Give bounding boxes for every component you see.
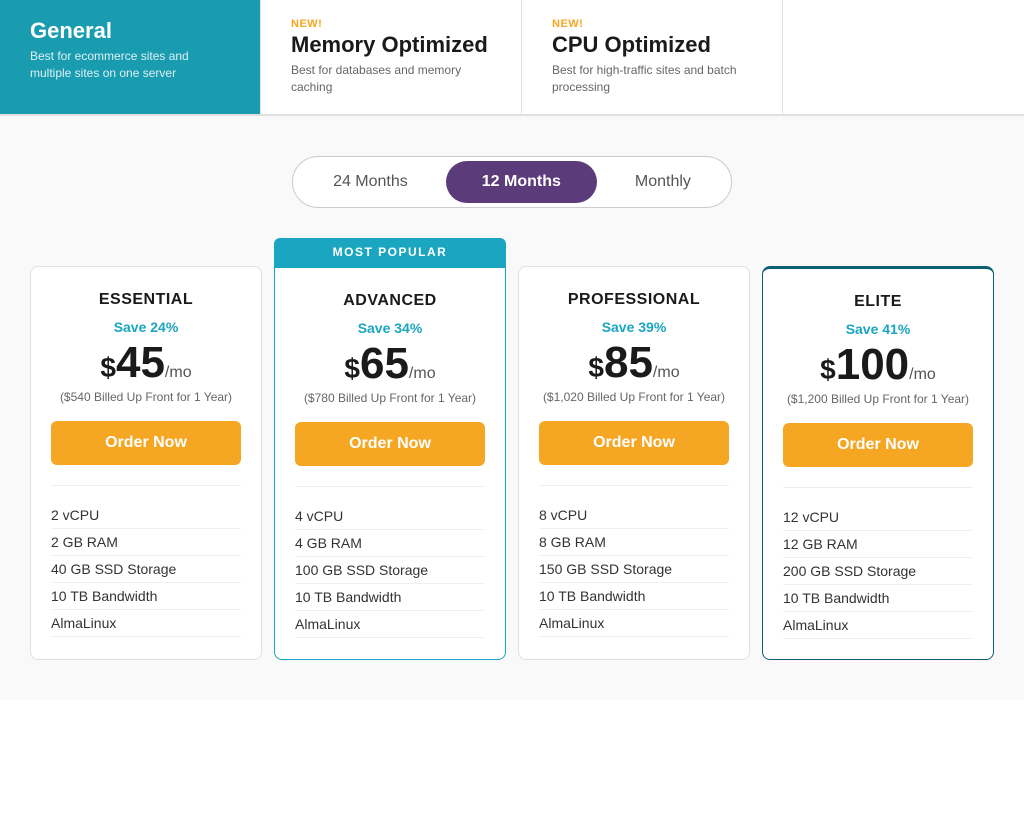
- tab-memory-desc: Best for databases and memory caching: [291, 62, 491, 96]
- plan-professional-features: 8 vCPU 8 GB RAM 150 GB SSD Storage 10 TB…: [539, 485, 729, 637]
- plan-elite-save: Save 41%: [846, 321, 911, 337]
- popular-badge-wrapper: MOST POPULAR: [274, 238, 506, 266]
- list-item: 150 GB SSD Storage: [539, 556, 729, 583]
- tab-cpu-desc: Best for high-traffic sites and batch pr…: [552, 62, 752, 96]
- tab-memory-new: NEW!: [291, 18, 491, 30]
- plan-professional-name: PROFESSIONAL: [568, 291, 700, 309]
- billing-12months[interactable]: 12 Months: [446, 161, 597, 203]
- plan-essential-name: ESSENTIAL: [99, 291, 193, 309]
- top-tabs: General Best for ecommerce sites and mul…: [0, 0, 1024, 116]
- plan-elite-price: $ 100 /mo: [820, 343, 936, 387]
- plan-essential-order[interactable]: Order Now: [51, 421, 241, 465]
- list-item: 10 TB Bandwidth: [539, 583, 729, 610]
- plan-essential-amount: 45: [116, 341, 165, 385]
- plan-professional-order[interactable]: Order Now: [539, 421, 729, 465]
- plan-advanced-price: $ 65 /mo: [344, 342, 435, 386]
- list-item: 12 GB RAM: [783, 531, 973, 558]
- list-item: 4 GB RAM: [295, 530, 485, 557]
- plan-essential-features: 2 vCPU 2 GB RAM 40 GB SSD Storage 10 TB …: [51, 485, 241, 637]
- list-item: 2 GB RAM: [51, 529, 241, 556]
- list-item: 4 vCPU: [295, 503, 485, 530]
- list-item: AlmaLinux: [51, 610, 241, 637]
- plan-advanced: ADVANCED Save 34% $ 65 /mo ($780 Billed …: [274, 266, 506, 661]
- plan-essential-price: $ 45 /mo: [100, 341, 191, 385]
- billing-monthly[interactable]: Monthly: [599, 161, 727, 203]
- list-item: AlmaLinux: [295, 611, 485, 638]
- plans-section: MOST POPULAR ESSENTIAL Save 24% $ 45 /mo…: [0, 238, 1024, 701]
- plan-professional-dollar: $: [588, 352, 604, 384]
- billing-toggle: 24 Months 12 Months Monthly: [292, 156, 732, 208]
- list-item: 10 TB Bandwidth: [51, 583, 241, 610]
- tab-memory-title: Memory Optimized: [291, 32, 491, 58]
- plan-professional-price: $ 85 /mo: [588, 341, 679, 385]
- plan-elite-order[interactable]: Order Now: [783, 423, 973, 467]
- plan-essential-billed: ($540 Billed Up Front for 1 Year): [60, 389, 232, 406]
- tab-cpu-new: NEW!: [552, 18, 752, 30]
- tab-general-desc: Best for ecommerce sites and multiple si…: [30, 48, 230, 82]
- plan-advanced-billed: ($780 Billed Up Front for 1 Year): [304, 390, 476, 407]
- plan-advanced-save: Save 34%: [358, 320, 423, 336]
- list-item: 40 GB SSD Storage: [51, 556, 241, 583]
- plan-advanced-name: ADVANCED: [343, 292, 436, 310]
- tab-cpu-title: CPU Optimized: [552, 32, 752, 58]
- plan-advanced-features: 4 vCPU 4 GB RAM 100 GB SSD Storage 10 TB…: [295, 486, 485, 638]
- billing-section: 24 Months 12 Months Monthly: [0, 116, 1024, 238]
- list-item: 100 GB SSD Storage: [295, 557, 485, 584]
- list-item: 8 GB RAM: [539, 529, 729, 556]
- plan-elite: ELITE Save 41% $ 100 /mo ($1,200 Billed …: [762, 266, 994, 661]
- plan-essential-dollar: $: [100, 352, 116, 384]
- list-item: 12 vCPU: [783, 504, 973, 531]
- plan-elite-mo: /mo: [909, 366, 936, 384]
- list-item: 10 TB Bandwidth: [295, 584, 485, 611]
- plan-professional-billed: ($1,020 Billed Up Front for 1 Year): [543, 389, 725, 406]
- plan-elite-features: 12 vCPU 12 GB RAM 200 GB SSD Storage 10 …: [783, 487, 973, 639]
- plan-advanced-dollar: $: [344, 353, 360, 385]
- list-item: 2 vCPU: [51, 502, 241, 529]
- plan-advanced-amount: 65: [360, 342, 409, 386]
- list-item: 10 TB Bandwidth: [783, 585, 973, 612]
- tab-general-title: General: [30, 18, 230, 44]
- plan-elite-billed: ($1,200 Billed Up Front for 1 Year): [787, 391, 969, 408]
- plan-advanced-order[interactable]: Order Now: [295, 422, 485, 466]
- list-item: AlmaLinux: [539, 610, 729, 637]
- plan-professional-save: Save 39%: [602, 319, 667, 335]
- plan-elite-amount: 100: [836, 343, 909, 387]
- list-item: AlmaLinux: [783, 612, 973, 639]
- plan-elite-dollar: $: [820, 354, 836, 386]
- plan-elite-name: ELITE: [854, 293, 902, 311]
- plan-essential-save: Save 24%: [114, 319, 179, 335]
- tab-cpu[interactable]: NEW! CPU Optimized Best for high-traffic…: [522, 0, 783, 114]
- plan-professional-mo: /mo: [653, 364, 680, 382]
- plan-professional: PROFESSIONAL Save 39% $ 85 /mo ($1,020 B…: [518, 266, 750, 661]
- list-item: 8 vCPU: [539, 502, 729, 529]
- billing-24months[interactable]: 24 Months: [297, 161, 444, 203]
- tab-general[interactable]: General Best for ecommerce sites and mul…: [0, 0, 261, 114]
- popular-badge: MOST POPULAR: [274, 238, 506, 266]
- tab-memory[interactable]: NEW! Memory Optimized Best for databases…: [261, 0, 522, 114]
- plans-grid: ESSENTIAL Save 24% $ 45 /mo ($540 Billed…: [30, 266, 994, 661]
- plan-professional-amount: 85: [604, 341, 653, 385]
- list-item: 200 GB SSD Storage: [783, 558, 973, 585]
- plan-essential: ESSENTIAL Save 24% $ 45 /mo ($540 Billed…: [30, 266, 262, 661]
- plan-advanced-mo: /mo: [409, 365, 436, 383]
- plan-essential-mo: /mo: [165, 364, 192, 382]
